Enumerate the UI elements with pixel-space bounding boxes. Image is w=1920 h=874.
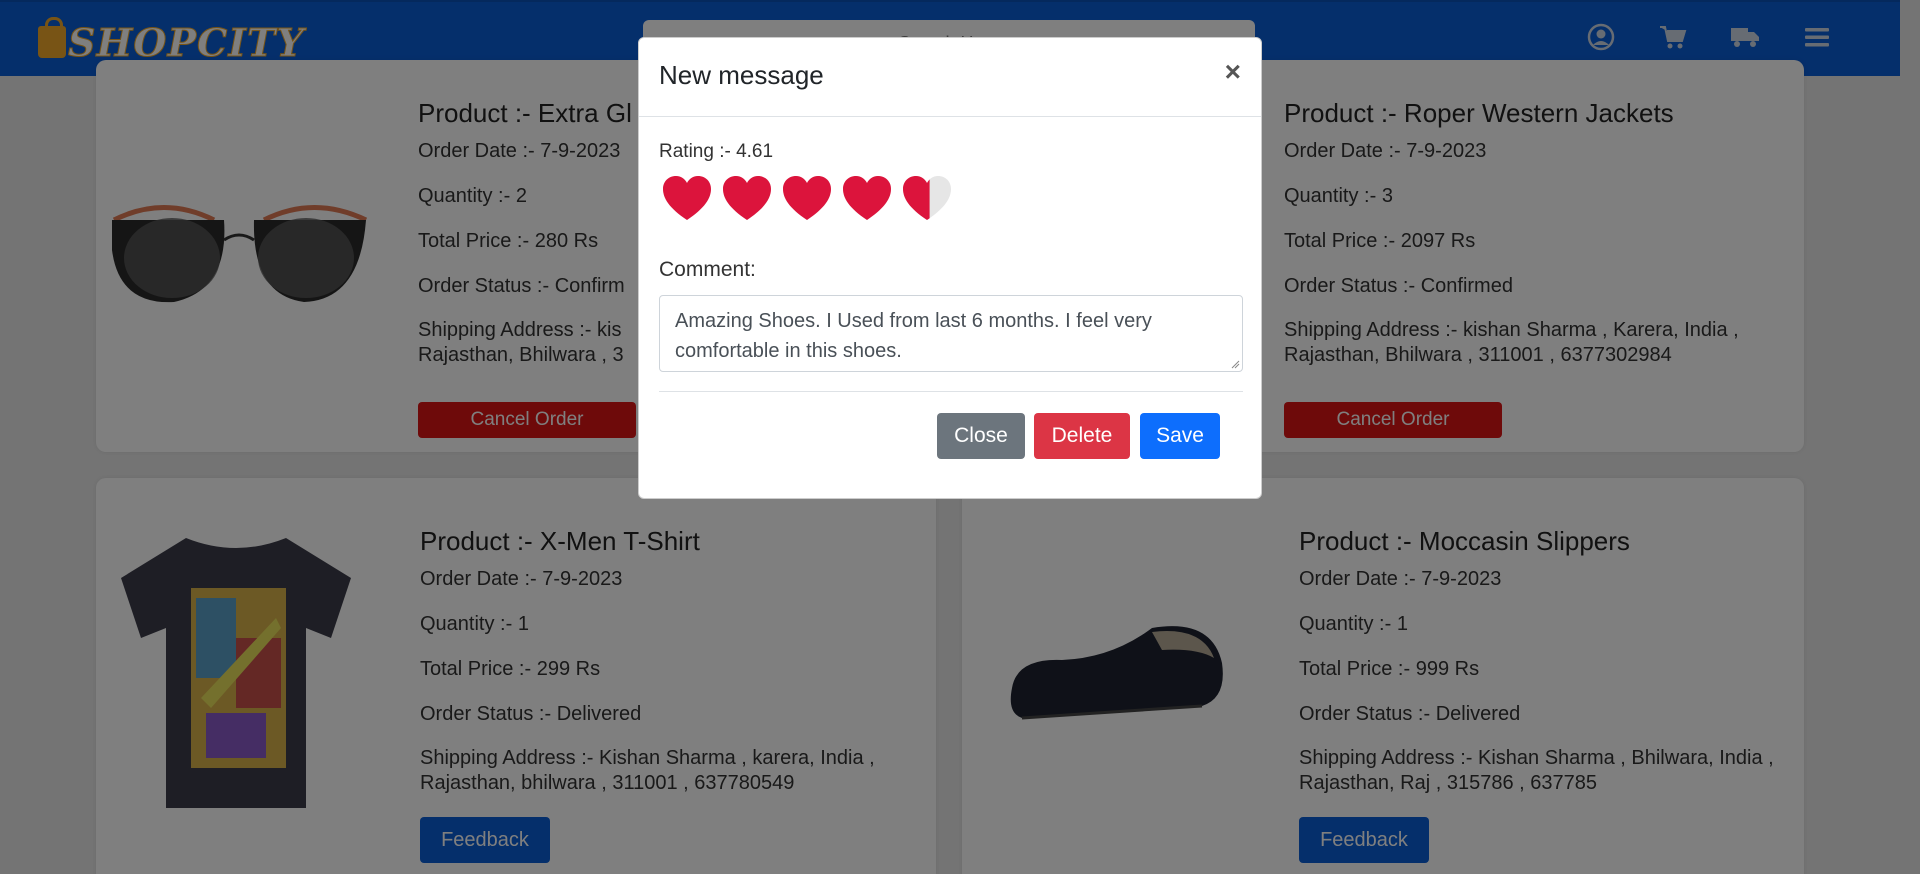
comment-label: Comment: [659, 258, 756, 281]
rating-hearts[interactable] [661, 172, 953, 224]
modal-title: New message [659, 60, 824, 90]
modal-header: New message × [639, 38, 1261, 117]
rating-label: Rating :- 4.61 [659, 141, 774, 162]
modal-divider [659, 391, 1243, 392]
heart-icon[interactable] [901, 172, 953, 224]
close-icon[interactable]: × [1225, 56, 1241, 88]
close-button[interactable]: Close [937, 413, 1025, 459]
heart-icon[interactable] [661, 172, 713, 224]
comment-text: Amazing Shoes. I Used from last 6 months… [675, 310, 1152, 362]
feedback-modal: New message × Rating :- 4.61 Comment: Am… [638, 37, 1262, 499]
heart-icon[interactable] [721, 172, 773, 224]
resize-handle-icon[interactable] [1230, 359, 1240, 369]
heart-icon[interactable] [781, 172, 833, 224]
delete-button[interactable]: Delete [1034, 413, 1130, 459]
comment-textarea[interactable]: Amazing Shoes. I Used from last 6 months… [659, 295, 1243, 372]
heart-icon[interactable] [841, 172, 893, 224]
save-button[interactable]: Save [1140, 413, 1220, 459]
